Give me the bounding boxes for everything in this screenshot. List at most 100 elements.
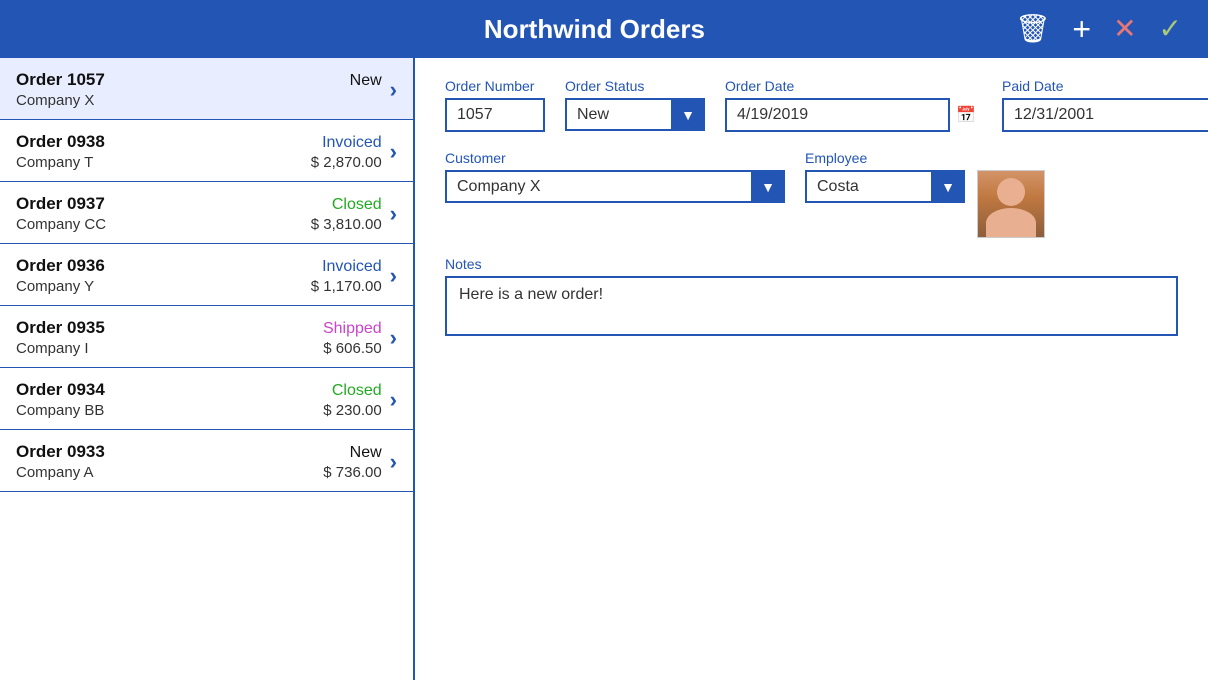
order-number: Order 0935: [16, 318, 105, 338]
paid-date-input[interactable]: [1002, 98, 1208, 132]
order-bottom: Company A $ 736.00: [16, 464, 382, 481]
app-container: Northwind Orders 🗑 + ✕ ✓ Order 1057NewCo…: [0, 0, 1208, 680]
customer-group: Customer Company X Company T Company CC …: [445, 150, 785, 238]
order-status: Closed: [332, 196, 382, 214]
order-number-input[interactable]: [445, 98, 545, 132]
order-list-item[interactable]: Order 1057New Company X ›: [0, 58, 413, 120]
order-info: Order 0934 Closed Company BB $ 230.00: [16, 380, 382, 419]
confirm-icon: ✓: [1159, 13, 1182, 44]
order-bottom: Company T $ 2,870.00: [16, 154, 382, 171]
order-bottom: Company BB $ 230.00: [16, 402, 382, 419]
cancel-button[interactable]: ✕: [1107, 13, 1142, 45]
order-info: Order 0935 Shipped Company I$ 606.50: [16, 318, 382, 357]
order-top: Order 0937 Closed: [16, 194, 382, 214]
order-info: Order 0933 New Company A $ 736.00: [16, 442, 382, 481]
order-list-item[interactable]: Order 0933 New Company A $ 736.00 ›: [0, 430, 413, 492]
employee-group: Employee Costa Smith Jones ▼: [805, 150, 1045, 238]
order-info: Order 0937 Closed Company CC$ 3,810.00: [16, 194, 382, 233]
order-top: Order 1057New: [16, 70, 382, 90]
order-chevron-icon: ›: [390, 263, 397, 289]
employee-select-wrapper: Costa Smith Jones ▼: [805, 170, 965, 203]
order-chevron-icon: ›: [390, 201, 397, 227]
order-chevron-icon: ›: [390, 325, 397, 351]
trash-icon: 🗑: [1015, 13, 1051, 44]
order-list-item[interactable]: Order 0936Invoiced Company Y$ 1,170.00 ›: [0, 244, 413, 306]
cancel-icon: ✕: [1113, 13, 1136, 44]
order-status: New: [350, 444, 382, 462]
order-bottom: Company CC$ 3,810.00: [16, 216, 382, 233]
order-number: Order 0934: [16, 380, 105, 400]
order-top: Order 0934 Closed: [16, 380, 382, 400]
order-company: Company X: [16, 92, 94, 109]
paid-date-label: Paid Date: [1002, 78, 1208, 94]
order-company: Company A: [16, 464, 94, 481]
order-top: Order 0935 Shipped: [16, 318, 382, 338]
notes-group: Notes Here is a new order!: [445, 256, 1178, 336]
order-bottom: Company I$ 606.50: [16, 340, 382, 357]
app-header: Northwind Orders 🗑 + ✕ ✓: [0, 0, 1208, 58]
plus-icon: +: [1072, 11, 1091, 47]
customer-select[interactable]: Company X Company T Company CC Company Y…: [445, 170, 785, 203]
order-status: Closed: [332, 382, 382, 400]
paid-date-group: Paid Date 📅: [1002, 78, 1208, 132]
order-number: Order 0933: [16, 442, 105, 462]
order-chevron-icon: ›: [390, 387, 397, 413]
notes-label: Notes: [445, 256, 1178, 272]
order-status-select-wrapper: New Invoiced Shipped Closed ▼: [565, 98, 705, 131]
order-number: Order 1057: [16, 70, 105, 90]
order-status: Invoiced: [322, 258, 382, 276]
order-amount: $ 2,870.00: [311, 154, 382, 171]
order-list-item[interactable]: Order 0938 Invoiced Company T $ 2,870.00 ›: [0, 120, 413, 182]
order-date-input[interactable]: [725, 98, 982, 132]
employee-section: Costa Smith Jones ▼: [805, 170, 1045, 238]
order-company: Company Y: [16, 278, 94, 295]
employee-photo-image: [978, 170, 1044, 238]
order-chevron-icon: ›: [390, 77, 397, 103]
order-company: Company CC: [16, 216, 106, 233]
order-info: Order 0938 Invoiced Company T $ 2,870.00: [16, 132, 382, 171]
order-number: Order 0937: [16, 194, 105, 214]
order-chevron-icon: ›: [390, 139, 397, 165]
order-number: Order 0938: [16, 132, 105, 152]
confirm-button[interactable]: ✓: [1153, 13, 1188, 45]
order-chevron-icon: ›: [390, 449, 397, 475]
order-info: Order 0936Invoiced Company Y$ 1,170.00: [16, 256, 382, 295]
header-actions: 🗑 + ✕ ✓: [1009, 11, 1188, 47]
order-top: Order 0938 Invoiced: [16, 132, 382, 152]
order-number-group: Order Number: [445, 78, 545, 132]
order-status: Invoiced: [322, 134, 382, 152]
form-row-notes: Notes Here is a new order!: [445, 256, 1178, 336]
order-amount: $ 230.00: [323, 402, 381, 419]
order-amount: $ 736.00: [323, 464, 381, 481]
detail-panel: Order Number Order Status New Invoiced S…: [415, 58, 1208, 680]
employee-photo: [977, 170, 1045, 238]
order-date-group: Order Date 📅: [725, 78, 982, 132]
order-list: Order 1057NewCompany X›Order 0938Invoice…: [0, 58, 415, 680]
customer-select-wrapper: Company X Company T Company CC Company Y…: [445, 170, 785, 203]
order-date-wrapper: 📅: [725, 98, 982, 132]
order-company: Company T: [16, 154, 93, 171]
order-status-group: Order Status New Invoiced Shipped Closed…: [565, 78, 705, 132]
order-list-item[interactable]: Order 0937 Closed Company CC$ 3,810.00 ›: [0, 182, 413, 244]
app-title: Northwind Orders: [180, 14, 1009, 45]
order-company: Company BB: [16, 402, 104, 419]
order-number-label: Order Number: [445, 78, 545, 94]
main-content: Order 1057NewCompany X›Order 0938Invoice…: [0, 58, 1208, 680]
form-row-1: Order Number Order Status New Invoiced S…: [445, 78, 1178, 132]
order-top: Order 0936Invoiced: [16, 256, 382, 276]
order-date-calendar-icon[interactable]: 📅: [948, 98, 982, 132]
delete-button[interactable]: 🗑: [1009, 13, 1057, 45]
add-button[interactable]: +: [1066, 11, 1097, 47]
order-list-item[interactable]: Order 0935 Shipped Company I$ 606.50 ›: [0, 306, 413, 368]
order-list-item[interactable]: Order 0934 Closed Company BB $ 230.00 ›: [0, 368, 413, 430]
paid-date-wrapper: 📅: [1002, 98, 1208, 132]
order-status: Shipped: [323, 320, 382, 338]
order-bottom: Company Y$ 1,170.00: [16, 278, 382, 295]
order-amount: $ 606.50: [323, 340, 381, 357]
order-status-label: Order Status: [565, 78, 705, 94]
order-status-select[interactable]: New Invoiced Shipped Closed: [565, 98, 705, 131]
employee-select[interactable]: Costa Smith Jones: [805, 170, 965, 203]
employee-label: Employee: [805, 150, 1045, 166]
notes-textarea[interactable]: Here is a new order!: [445, 276, 1178, 336]
order-date-label: Order Date: [725, 78, 982, 94]
